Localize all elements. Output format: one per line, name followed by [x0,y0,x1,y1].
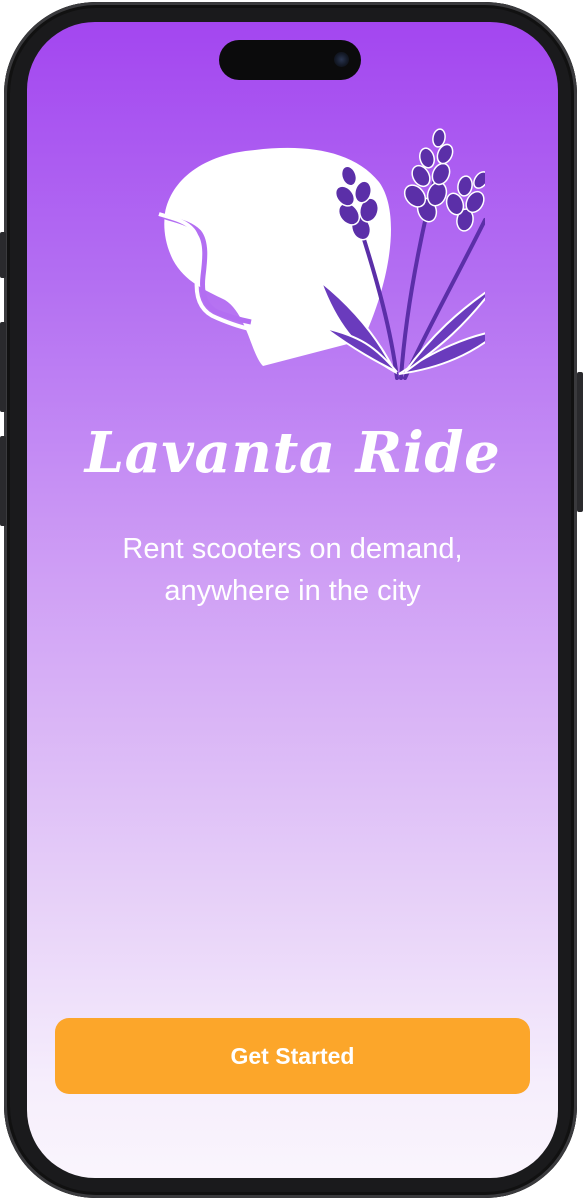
onboarding-screen: Lavanta Ride Rent scooters on demand, an… [27,22,558,1178]
camera-icon [334,52,349,67]
app-subtitle: Rent scooters on demand, anywhere in the… [122,533,463,607]
volume-down-button [0,436,6,526]
power-button [577,372,583,512]
app-title: Lavanta Ride [84,420,501,486]
volume-up-button [0,322,6,412]
get-started-button[interactable]: Get Started [55,1018,530,1094]
helmet-lavender-icon [158,128,485,380]
action-button [0,232,6,278]
dynamic-island [219,40,361,80]
